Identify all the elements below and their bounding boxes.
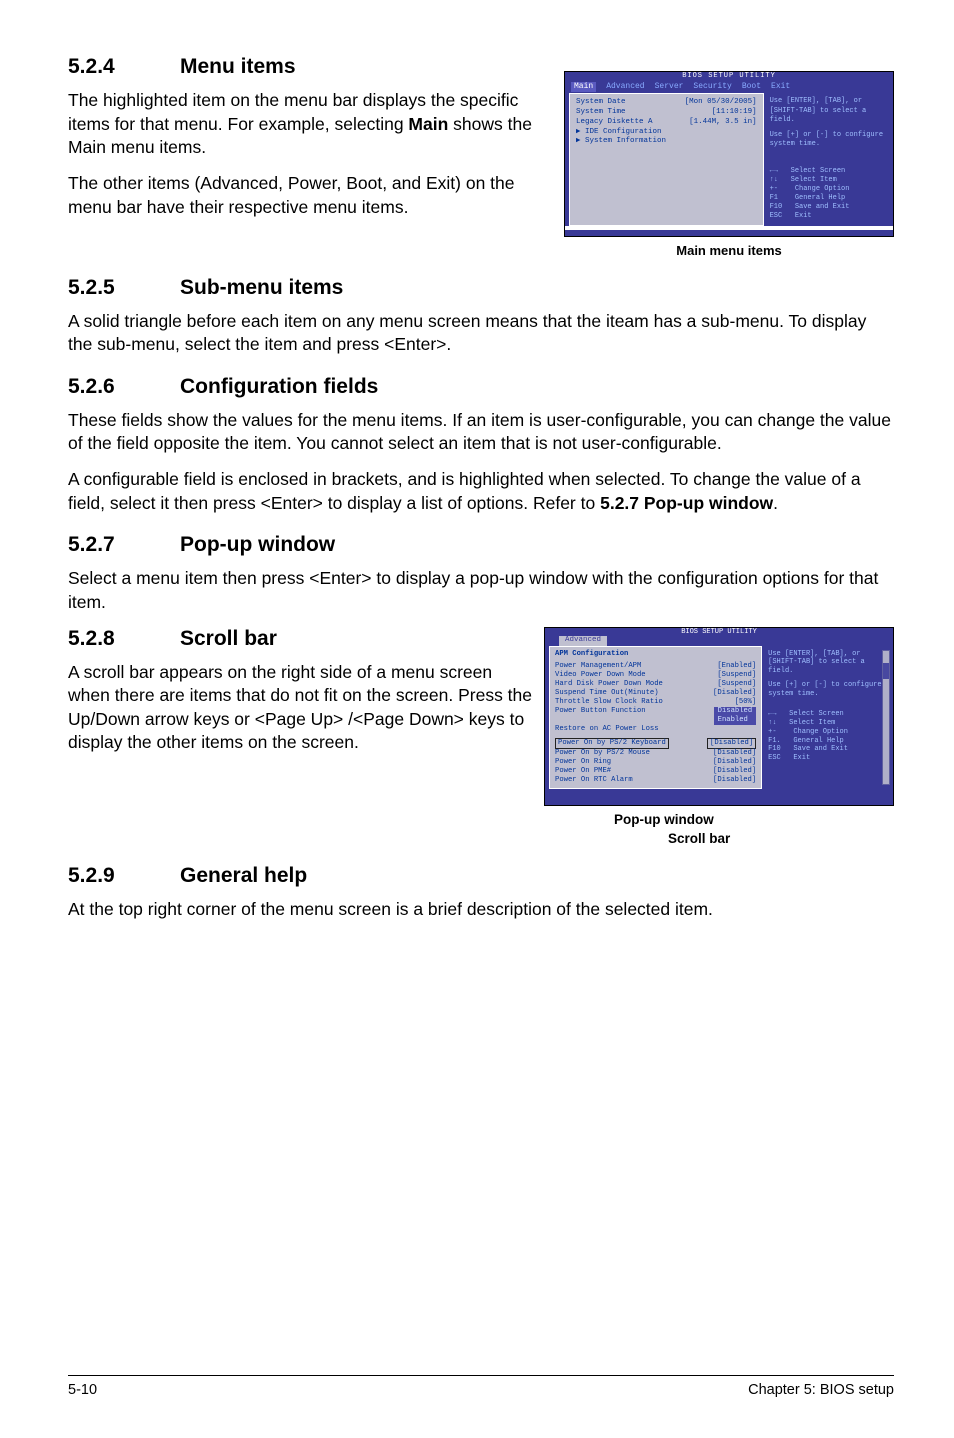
bios-apm-left: APM Configuration Power Management/APM[E…: [549, 646, 762, 789]
heading-526: 5.2.6Configuration fields: [68, 375, 894, 399]
page-footer: 5-10 Chapter 5: BIOS setup: [68, 1375, 894, 1398]
fig2-scroll-caption: Scroll bar: [668, 831, 894, 846]
bios-apm-help: Use [ENTER], [TAB], or [SHIFT-TAB] to se…: [762, 646, 893, 789]
bios-help-panel: Use [ENTER], [TAB], or [SHIFT-TAB] to se…: [764, 93, 893, 225]
fig2-popup-caption: Pop-up window: [614, 812, 894, 827]
bios-left-panel: System Date[Mon 05/30/2005] System Time[…: [569, 93, 764, 225]
fig1-caption: Main menu items: [564, 243, 894, 258]
p-524-2: The other items (Advanced, Power, Boot, …: [68, 172, 549, 219]
popup-options: DisabledEnabled: [714, 707, 757, 725]
heading-524: 5.2.4Menu items: [68, 55, 549, 79]
heading-527: 5.2.7Pop-up window: [68, 533, 894, 557]
chapter-label: Chapter 5: BIOS setup: [748, 1382, 894, 1398]
bios-main-screenshot: BIOS SETUP UTILITY Main Advanced Server …: [564, 71, 894, 237]
bios-menubar: Main Advanced Server Security Boot Exit: [565, 81, 893, 93]
p-524-1: The highlighted item on the menu bar dis…: [68, 89, 549, 160]
p-527: Select a menu item then press <Enter> to…: [68, 567, 894, 614]
bios-apm-screenshot: BIOS SETUP UTILITY Advanced APM Configur…: [544, 627, 894, 806]
p-525: A solid triangle before each item on any…: [68, 310, 894, 357]
heading-525: 5.2.5Sub-menu items: [68, 276, 894, 300]
scrollbar-icon: [882, 650, 890, 785]
p-529: At the top right corner of the menu scre…: [68, 898, 894, 922]
p-526-1: These fields show the values for the men…: [68, 409, 894, 456]
p-526-2: A configurable field is enclosed in brac…: [68, 468, 894, 515]
page-number: 5-10: [68, 1382, 97, 1398]
heading-529: 5.2.9General help: [68, 864, 894, 888]
